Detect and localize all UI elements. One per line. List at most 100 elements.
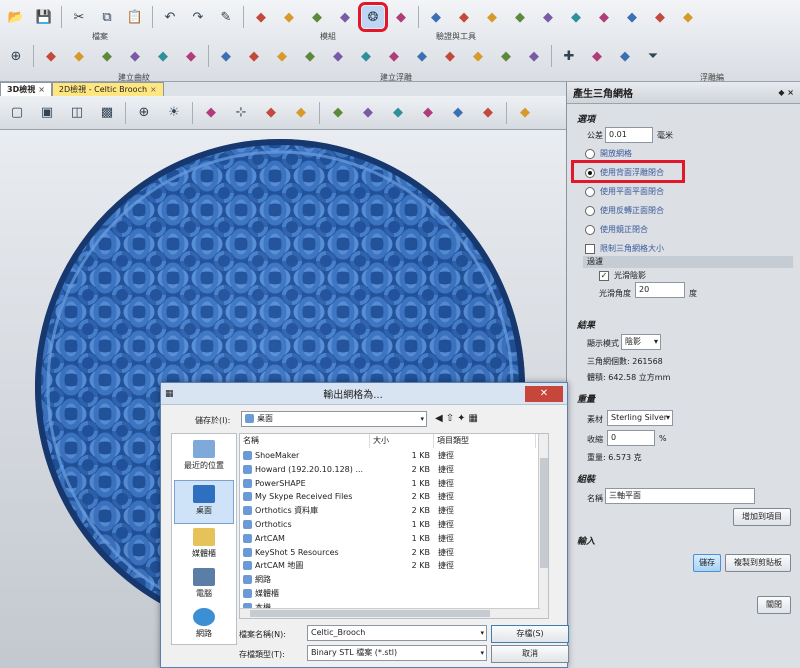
axes-icon[interactable]: ⊹ [229,101,253,125]
relief-tool-10[interactable]: ◆ [467,45,489,67]
cube-icon-1[interactable]: ▢ [5,101,29,125]
radio-flat-plane-close[interactable]: 使用平面平面閉合 [585,186,664,197]
radio-circle[interactable] [585,186,595,197]
file-row[interactable]: KeyShot 5 Resources2 KB捷徑201 [240,546,548,560]
cube-icon-4[interactable]: ▩ [95,101,119,125]
place-desktop[interactable]: 桌面 [174,480,234,524]
save-icon[interactable]: 💾 [33,6,55,28]
file-row[interactable]: ArtCAM1 KB捷徑201 [240,532,548,546]
place-recent[interactable]: 最近的位置 [174,436,234,480]
close-icon[interactable]: ✕ [525,385,563,402]
limit-mesh-size-checkbox[interactable]: 限制三角網格大小 [585,243,664,254]
file-list[interactable]: 名稱 大小 項目類型 修改 ShoeMaker1 KB捷徑201Howard (… [239,433,549,619]
radio-circle[interactable] [585,148,595,159]
cube-icon-3[interactable]: ◫ [65,101,89,125]
paint-icon[interactable]: ◆ [513,101,537,125]
relief-tool-3[interactable]: ◆ [271,45,293,67]
tolerance-input[interactable]: 0.01 [605,127,653,143]
dialog-save-button[interactable]: 存檔(S) [491,625,569,643]
open-icon[interactable]: 📂 [5,6,27,28]
relief-tool-9[interactable]: ◆ [439,45,461,67]
copy-to-clipboard-button[interactable]: 複製到剪貼板 [725,554,791,572]
filetype-select[interactable]: Binary STL 檔案 (*.stl) ▾ [307,645,487,661]
tool-icon-2[interactable]: ◆ [425,6,447,28]
name-input[interactable]: 三軸平面 [605,488,755,504]
smooth-angle-input[interactable]: 20 [635,282,685,298]
tool-icon-10[interactable]: ◆ [649,6,671,28]
tab-2d-view[interactable]: 2D檢視 - Celtic Brooch × [51,82,164,96]
file-row[interactable]: 網路 [240,573,540,587]
radio-mirror-close[interactable]: 使用鏡正閉合 [585,224,648,235]
relief-tool-5[interactable]: ◆ [327,45,349,67]
edit-icon[interactable]: ✎ [215,6,237,28]
tool-icon-7[interactable]: ◆ [565,6,587,28]
relief-tool-2[interactable]: ◆ [243,45,265,67]
cut-icon[interactable]: ✂ [68,6,90,28]
up-folder-icon[interactable]: ⇧ [446,413,457,424]
shape-icon-6[interactable]: ◆ [180,45,202,67]
scroll-thumb[interactable] [540,458,548,568]
tool-icon-11[interactable]: ◆ [677,6,699,28]
close-icon[interactable]: × [38,85,45,94]
create-triangle-mesh-icon[interactable]: ❂ [358,2,388,32]
display-mode-select[interactable]: 陰影 ▾ [621,334,661,350]
tool-icon-5[interactable]: ◆ [509,6,531,28]
radio-reverse-front-close[interactable]: 使用反轉正面閉合 [585,205,664,216]
shrink-input[interactable]: 0 [607,430,655,446]
smooth-shading-checkbox[interactable]: ✓ 光滑陰影 [599,270,646,281]
zoom-icon[interactable]: ⊕ [132,101,156,125]
redo-icon[interactable]: ↷ [187,6,209,28]
tab-3d-view[interactable]: 3D檢視 × [0,82,52,96]
column-type[interactable]: 項目類型 [434,434,536,448]
tool-icon-8[interactable]: ◆ [593,6,615,28]
dialog-cancel-button[interactable]: 取消 [491,645,569,663]
file-row[interactable]: ArtCAM 地圖2 KB捷徑201 [240,559,548,573]
relief-tool-4[interactable]: ◆ [299,45,321,67]
relief-tool-1[interactable]: ◆ [215,45,237,67]
close-panel-button[interactable]: 關閉 [757,596,791,614]
relief-tool-11[interactable]: ◆ [495,45,517,67]
shape-icon-4[interactable]: ◆ [124,45,146,67]
place-library[interactable]: 媒體櫃 [174,524,234,568]
tool-icon-1[interactable]: ◆ [390,6,412,28]
checkbox[interactable] [585,243,595,254]
wire-icon[interactable]: ◆ [356,101,380,125]
tool-icon-3[interactable]: ◆ [453,6,475,28]
relief-tool-7[interactable]: ◆ [383,45,405,67]
radio-open-mesh[interactable]: 開放網格 [585,148,632,159]
stamp-icon[interactable]: ◆ [614,45,636,67]
vertical-scrollbar[interactable] [538,434,548,618]
back-icon[interactable]: ◀ [435,413,446,424]
add-icon[interactable]: ✚ [558,45,580,67]
material-icon[interactable]: ◆ [289,101,313,125]
relief-tool-8[interactable]: ◆ [411,45,433,67]
flat-icon[interactable]: ◆ [416,101,440,125]
cube-icon-2[interactable]: ▣ [35,101,59,125]
material-select[interactable]: Sterling Silver ▾ [607,410,673,426]
tool-icon-9[interactable]: ◆ [621,6,643,28]
radio-circle[interactable] [585,224,595,235]
add-to-item-button[interactable]: 增加到項目 [733,508,791,526]
relief-icon-1[interactable]: ◆ [250,6,272,28]
file-row[interactable]: Orthotics1 KB捷徑201 [240,518,548,532]
light-icon[interactable]: ☀ [162,101,186,125]
plane-icon[interactable]: ◆ [199,101,223,125]
place-computer[interactable]: 電腦 [174,564,234,608]
shape-icon-5[interactable]: ◆ [152,45,174,67]
column-size[interactable]: 大小 [370,434,434,448]
file-row[interactable]: My Skype Received Files2 KB捷徑201 [240,490,548,504]
shape-icon-1[interactable]: ◆ [40,45,62,67]
close-icon[interactable]: × [150,85,157,94]
copy-icon[interactable]: ⧉ [96,6,118,28]
smooth-icon[interactable]: ◆ [326,101,350,125]
file-row[interactable]: ShoeMaker1 KB捷徑201 [240,449,548,463]
file-row[interactable]: PowerSHAPE1 KB捷徑201 [240,477,548,491]
shade-icon[interactable]: ◆ [386,101,410,125]
relief-icon[interactable]: ◆ [446,101,470,125]
undo-icon[interactable]: ↶ [159,6,181,28]
nav-buttons[interactable]: ◀⇧✦▦ [435,413,481,424]
funnel-icon[interactable]: ⏷ [642,45,664,67]
highlight-icon[interactable]: ◆ [476,101,500,125]
filename-input[interactable]: Celtic_Brooch ▾ [307,625,487,641]
relief-icon-4[interactable]: ◆ [334,6,356,28]
